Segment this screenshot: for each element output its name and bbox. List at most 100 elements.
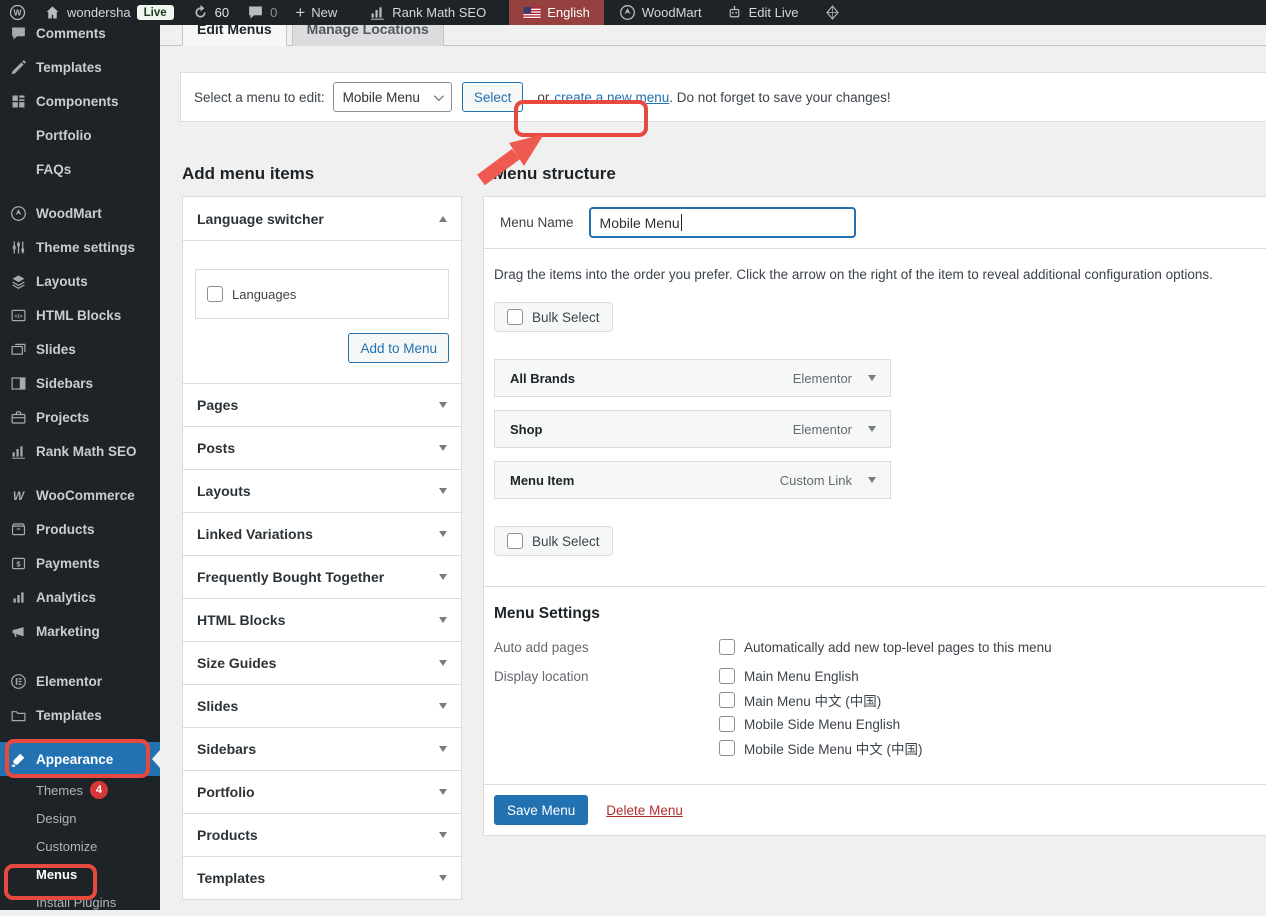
submenu-item-design[interactable]: Design — [0, 804, 160, 832]
display-location-label: Display location — [494, 668, 719, 758]
checkbox-label: Mobile Side Menu English — [744, 717, 900, 732]
menu-select-dropdown[interactable]: Mobile Menu — [333, 82, 452, 112]
wordpress-logo-menu[interactable]: W — [0, 0, 35, 25]
expand-item-icon[interactable] — [868, 426, 876, 432]
chevron-down-icon — [439, 832, 447, 838]
menu-name-input[interactable]: Mobile Menu — [589, 207, 856, 238]
save-reminder-text: . Do not forget to save your changes! — [669, 90, 890, 105]
sidebar-item-sidebars[interactable]: Sidebars — [0, 366, 160, 400]
accordion-slides[interactable]: Slides — [183, 684, 461, 727]
gem-menu[interactable] — [815, 0, 850, 25]
sidebar-item-label: Portfolio — [36, 128, 92, 143]
site-name-menu[interactable]: wondersha Live — [35, 0, 183, 25]
sidebar-item-label: WoodMart — [36, 206, 102, 221]
new-content-menu[interactable]: + New — [286, 0, 346, 25]
sidebar-item-portfolio[interactable]: Portfolio — [0, 118, 160, 152]
submenu-item-label: Customize — [36, 839, 97, 854]
bulk-select-toggle-bottom[interactable]: Bulk Select — [494, 526, 613, 556]
location-checkbox[interactable] — [719, 668, 735, 684]
dollar-square-icon: $ — [10, 555, 27, 572]
location-main-menu-english[interactable]: Main Menu English — [719, 668, 923, 684]
updates-menu[interactable]: 60 — [183, 0, 238, 25]
bulk-select-toggle-top[interactable]: Bulk Select — [494, 302, 613, 332]
accordion-html-blocks[interactable]: HTML Blocks — [183, 598, 461, 641]
menu-item-type: Custom Link — [780, 473, 852, 488]
save-menu-button[interactable]: Save Menu — [494, 795, 588, 825]
menu-item-all-brands[interactable]: All Brands Elementor — [494, 359, 891, 397]
submenu-item-themes[interactable]: Themes 4 — [0, 776, 160, 804]
accordion-sidebars[interactable]: Sidebars — [183, 727, 461, 770]
create-new-menu-link[interactable]: create a new menu — [554, 90, 669, 105]
select-button[interactable]: Select — [462, 82, 524, 112]
bulk-select-checkbox[interactable] — [507, 533, 523, 549]
accordion-title: Language switcher — [197, 211, 324, 227]
menu-name-row: Menu Name Mobile Menu — [484, 197, 1266, 249]
sidebar-item-woocommerce[interactable]: W WooCommerce — [0, 478, 160, 512]
menu-item-title: Shop — [510, 422, 793, 437]
accordion-linked-variations[interactable]: Linked Variations — [183, 512, 461, 555]
location-checkbox[interactable] — [719, 716, 735, 732]
sidebar-item-analytics[interactable]: Analytics — [0, 580, 160, 614]
location-mobile-side-menu-english[interactable]: Mobile Side Menu English — [719, 716, 923, 732]
sidebar-item-marketing[interactable]: Marketing — [0, 614, 160, 648]
location-checkbox[interactable] — [719, 740, 735, 756]
location-main-menu-chinese[interactable]: Main Menu 中文 (中国) — [719, 690, 923, 710]
location-checkbox[interactable] — [719, 692, 735, 708]
sidebar-item-slides[interactable]: Slides — [0, 332, 160, 366]
accordion-layouts[interactable]: Layouts — [183, 469, 461, 512]
bulk-select-checkbox[interactable] — [507, 309, 523, 325]
expand-item-icon[interactable] — [868, 477, 876, 483]
sidebar-item-html-blocks[interactable]: </> HTML Blocks — [0, 298, 160, 332]
updates-icon — [192, 4, 209, 21]
woodmart-label: WoodMart — [642, 5, 702, 20]
accordion-frequently-bought-together[interactable]: Frequently Bought Together — [183, 555, 461, 598]
accordion-portfolio[interactable]: Portfolio — [183, 770, 461, 813]
sidebar-item-label: Analytics — [36, 590, 96, 605]
menu-item-title: Menu Item — [510, 473, 780, 488]
main-content: Edit Menus Manage Locations Select a men… — [160, 0, 1266, 900]
sidebar-item-projects[interactable]: Projects — [0, 400, 160, 434]
sidebar-item-payments[interactable]: $ Payments — [0, 546, 160, 580]
sidebar-item-theme-settings[interactable]: Theme settings — [0, 230, 160, 264]
accordion-title: Products — [197, 827, 258, 843]
sidebar-item-elementor[interactable]: Elementor — [0, 664, 160, 698]
languages-checkbox[interactable] — [207, 286, 223, 302]
menu-item-menu-item[interactable]: Menu Item Custom Link — [494, 461, 891, 499]
expand-item-icon[interactable] — [868, 375, 876, 381]
submenu-item-menus[interactable]: Menus — [0, 860, 160, 888]
sidebar-item-layouts[interactable]: Layouts — [0, 264, 160, 298]
auto-add-pages-option[interactable]: Automatically add new top-level pages to… — [719, 639, 1052, 655]
accordion-size-guides[interactable]: Size Guides — [183, 641, 461, 684]
comments-menu[interactable]: 0 — [238, 0, 286, 25]
menu-item-shop[interactable]: Shop Elementor — [494, 410, 891, 448]
sidebar-item-templates-elementor[interactable]: Templates — [0, 698, 160, 732]
location-mobile-side-menu-chinese[interactable]: Mobile Side Menu 中文 (中国) — [719, 738, 923, 758]
menu-structure-panel: Menu structure Menu Name Mobile Menu Dra… — [483, 150, 1266, 836]
sidebar-item-templates[interactable]: Templates — [0, 50, 160, 84]
submenu-item-customize[interactable]: Customize — [0, 832, 160, 860]
rank-math-menu[interactable]: Rank Math SEO — [360, 0, 495, 25]
sidebar-item-appearance[interactable]: Appearance — [0, 742, 160, 776]
auto-add-pages-checkbox[interactable] — [719, 639, 735, 655]
accordion-pages[interactable]: Pages — [183, 383, 461, 426]
accordion-language-switcher[interactable]: Language switcher — [183, 197, 461, 240]
edit-live-menu[interactable]: Edit Live — [717, 0, 808, 25]
accordion-title: Portfolio — [197, 784, 255, 800]
sidebar-item-rank-math[interactable]: Rank Math SEO — [0, 434, 160, 468]
checkbox-label: Automatically add new top-level pages to… — [744, 640, 1052, 655]
sidebar-item-products[interactable]: Products — [0, 512, 160, 546]
accordion-products[interactable]: Products — [183, 813, 461, 856]
add-menu-items-heading: Add menu items — [182, 164, 462, 184]
submenu-item-install-plugins[interactable]: Install Plugins — [0, 888, 160, 916]
accordion-templates[interactable]: Templates — [183, 856, 461, 899]
chevron-down-icon — [439, 789, 447, 795]
woodmart-menu[interactable]: WoodMart — [610, 0, 711, 25]
add-to-menu-button[interactable]: Add to Menu — [348, 333, 449, 363]
language-switcher-menu[interactable]: English — [509, 0, 604, 25]
delete-menu-link[interactable]: Delete Menu — [606, 803, 683, 818]
sidebar-item-woodmart[interactable]: WoodMart — [0, 196, 160, 230]
accordion-posts[interactable]: Posts — [183, 426, 461, 469]
sidebar-item-faqs[interactable]: FAQs — [0, 152, 160, 186]
briefcase-icon — [10, 409, 27, 426]
sidebar-item-components[interactable]: Components — [0, 84, 160, 118]
